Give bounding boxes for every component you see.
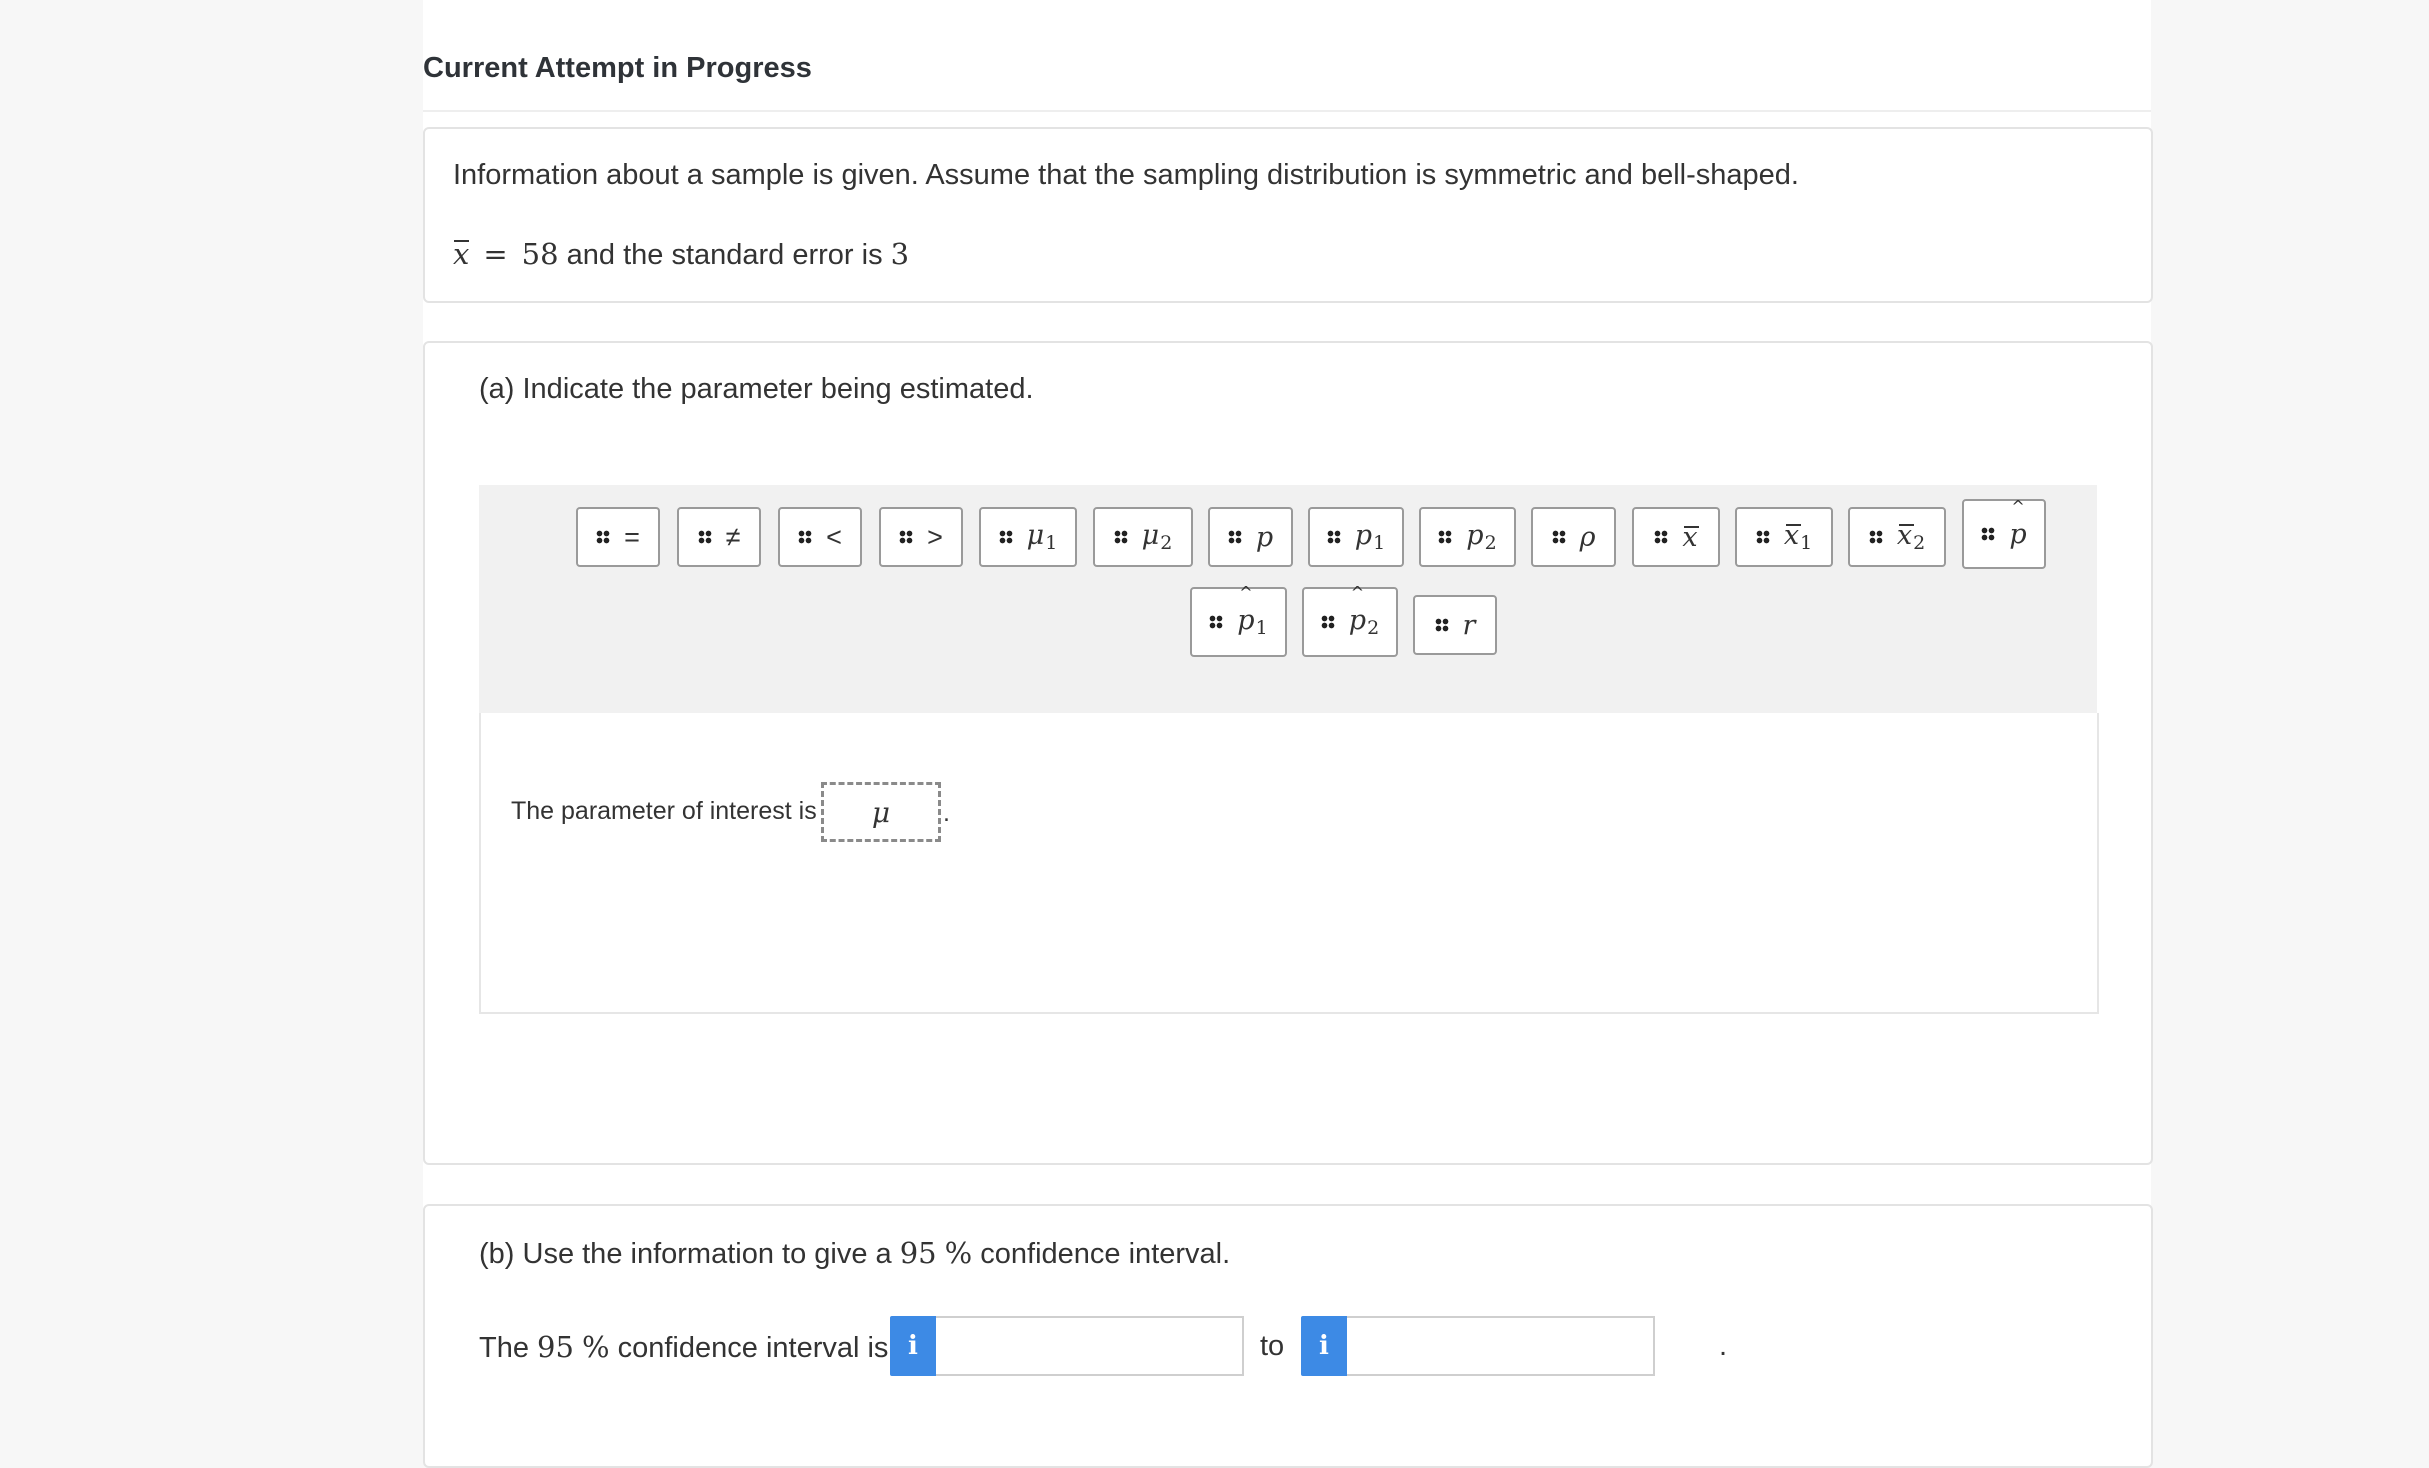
token-label: ≠ [726,524,741,551]
token-bank: = ≠ < > μ1 μ2 [479,485,2097,713]
drag-handle-icon [1321,615,1335,629]
token-label: p2 [1466,522,1496,553]
token-p1-hat[interactable]: ^p1 [1190,587,1287,657]
token-label: x2 [1897,522,1925,553]
token-label: μ1 [1027,522,1058,553]
token-label: < [826,524,842,551]
answer-area: The parameter of interest is μ . [479,713,2099,1014]
drag-handle-icon [698,530,712,544]
drag-handle-icon [1869,530,1883,544]
drag-handle-icon [899,530,913,544]
token-label: x1 [1784,522,1812,553]
ci-prompt: The 95 % confidence interval is [479,1330,888,1365]
drag-handle-icon [1228,530,1242,544]
drag-handle-icon [1654,530,1668,544]
drag-handle-icon [596,530,610,544]
token-rho[interactable]: ρ [1531,507,1616,567]
token-p-hat[interactable]: ^p [1962,499,2046,569]
token-label: > [927,524,943,551]
drag-handle-icon [1438,530,1452,544]
token-mu2[interactable]: μ2 [1093,507,1193,567]
token-p2-hat[interactable]: ^p2 [1302,587,1398,657]
sample-info-line: x = 58 and the standard error is 3 [453,237,909,272]
parameter-drop-zone[interactable]: μ [821,782,941,842]
sentence-period: . [943,799,950,828]
drag-handle-icon [798,530,812,544]
title-divider [423,110,2151,112]
token-p[interactable]: p [1208,507,1293,567]
standard-error-text: and the standard error is [559,239,891,272]
to-label: to [1260,1330,1284,1363]
part-a-title: (a) Indicate the parameter being estimat… [479,373,1034,406]
token-label: μ2 [1142,522,1173,553]
sample-mean-value: 58 [522,237,559,271]
token-label: ρ [1580,524,1596,551]
token-equals[interactable]: = [576,507,660,567]
lower-bound-input[interactable] [936,1316,1244,1376]
token-greater-than[interactable]: > [879,507,963,567]
token-label: ^p [2009,521,2026,548]
drag-handle-icon [1981,527,1995,541]
upper-bound-info-icon[interactable]: i [1301,1316,1347,1376]
lower-bound-info-icon[interactable]: i [890,1316,936,1376]
drag-handle-icon [999,530,1013,544]
problem-statement: Information about a sample is given. Ass… [453,159,1799,192]
sentence-period: . [1719,1330,1727,1363]
part-a-card: (a) Indicate the parameter being estimat… [423,341,2153,1165]
page-title: Current Attempt in Progress [423,52,812,85]
sample-mean-symbol: x [453,237,469,271]
drag-handle-icon [1756,530,1770,544]
main-page: Current Attempt in Progress Information … [423,0,2151,1438]
token-p1[interactable]: p1 [1308,507,1404,567]
token-xbar1[interactable]: x1 [1735,507,1833,567]
token-xbar[interactable]: x [1632,507,1720,567]
drag-handle-icon [1114,530,1128,544]
token-xbar2[interactable]: x2 [1848,507,1946,567]
token-r[interactable]: r [1413,595,1497,655]
standard-error-value: 3 [891,237,909,271]
part-b-title: (b) Use the information to give a 95 % c… [479,1236,1230,1271]
problem-info-card: Information about a sample is given. Ass… [423,127,2153,303]
token-p2[interactable]: p2 [1419,507,1516,567]
part-b-card: (b) Use the information to give a 95 % c… [423,1204,2153,1468]
drag-handle-icon [1435,618,1449,632]
token-label: p1 [1355,522,1385,553]
token-label: ^p2 [1349,607,1379,638]
token-mu1[interactable]: μ1 [979,507,1077,567]
token-label: p [1256,524,1273,551]
parameter-prompt: The parameter of interest is [511,797,817,826]
token-label: = [624,524,640,551]
drag-handle-icon [1209,615,1223,629]
drag-handle-icon [1552,530,1566,544]
token-label: r [1463,612,1476,639]
equals-sign: = [483,237,507,271]
token-less-than[interactable]: < [778,507,862,567]
token-not-equal[interactable]: ≠ [677,507,761,567]
drag-handle-icon [1327,530,1341,544]
confidence-interval-row: The 95 % confidence interval is i to i . [479,1316,1779,1376]
token-label: ^p1 [1237,607,1267,638]
upper-bound-input[interactable] [1347,1316,1655,1376]
token-label: x [1682,524,1697,551]
